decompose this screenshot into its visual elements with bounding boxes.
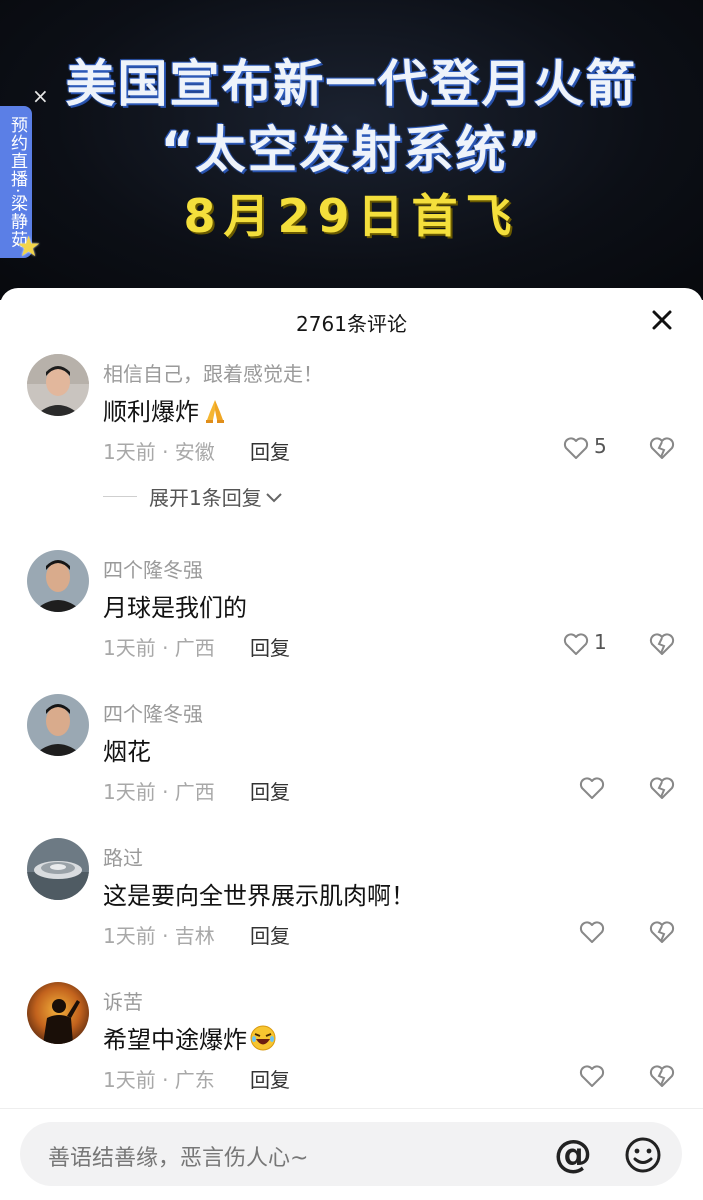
comment-time-location: 1天前 · 安徽 (103, 440, 215, 464)
avatar[interactable] (27, 354, 89, 416)
comment-username[interactable]: 四个隆冬强 (103, 698, 203, 727)
heart-icon (563, 437, 589, 459)
avatar[interactable] (27, 982, 89, 1044)
comment-username[interactable]: 诉苦 (103, 986, 143, 1015)
expand-replies-button[interactable]: 展开1条回复 (103, 482, 343, 512)
comment-username[interactable]: 路过 (103, 842, 143, 871)
video-headline-line1: 美国宣布新一代登月火箭 (65, 55, 638, 113)
comment-text-wrapper: 希望中途爆炸 (103, 1020, 277, 1055)
chevron-down-icon (266, 493, 282, 503)
comment-time-location: 1天前 · 广东 (103, 1068, 215, 1092)
video-preview[interactable]: 美国宣布新一代登月火箭 “太空发射系统” 8月29日首飞 × 预约直播·梁静茹 … (0, 0, 703, 300)
comment-text: 这是要向全世界展示肌肉啊！ (103, 882, 415, 910)
reply-button[interactable]: 回复 (250, 1064, 290, 1093)
broken-heart-icon[interactable] (648, 630, 676, 658)
comment-username[interactable]: 相信自己，跟着感觉走！ (103, 358, 323, 387)
input-divider (0, 1108, 703, 1109)
like-button[interactable] (578, 918, 638, 948)
comment-input[interactable]: 善语结善缘，恶言伤人心~ @ (20, 1122, 682, 1186)
comment-text-wrapper: 顺利爆炸 (103, 392, 229, 427)
like-button[interactable]: 1 (562, 630, 622, 660)
like-button[interactable] (578, 774, 638, 804)
live-tag-label: 预约直播·梁静茹 (7, 116, 27, 249)
avatar[interactable] (27, 838, 89, 900)
reply-button[interactable]: 回复 (250, 436, 290, 465)
broken-heart-icon[interactable] (648, 434, 676, 462)
star-icon: ★ (16, 230, 42, 263)
laughing-face-emoji-icon (249, 1024, 277, 1052)
live-tag-close-icon[interactable]: × (32, 84, 49, 108)
comment-time-location: 1天前 · 广西 (103, 780, 215, 804)
expand-divider (103, 496, 137, 497)
reply-button[interactable]: 回复 (250, 776, 290, 805)
heart-icon (563, 633, 589, 655)
comment-time-location: 1天前 · 吉林 (103, 924, 215, 948)
smiley-icon[interactable] (624, 1136, 662, 1174)
comment-text: 顺利爆炸 (103, 398, 199, 426)
heart-icon (579, 921, 605, 943)
broken-heart-icon[interactable] (648, 1062, 676, 1090)
avatar[interactable] (27, 694, 89, 756)
like-count: 1 (594, 630, 607, 654)
reply-button[interactable]: 回复 (250, 632, 290, 661)
close-icon[interactable] (648, 306, 676, 334)
comment-text: 希望中途爆炸 (103, 1026, 247, 1054)
like-count: 5 (594, 434, 607, 458)
broken-heart-icon[interactable] (648, 774, 676, 802)
video-headline-line2: “太空发射系统” (160, 121, 543, 179)
video-headline-line3: 8月29日首飞 (183, 189, 520, 243)
comments-count-title: 2761条评论 (296, 312, 407, 336)
like-button[interactable] (578, 1062, 638, 1092)
at-mention-icon[interactable]: @ (554, 1132, 592, 1176)
comment-input-placeholder: 善语结善缘，恶言伤人心~ (48, 1146, 309, 1171)
expand-replies-label: 展开1条回复 (149, 482, 284, 511)
comment-username[interactable]: 四个隆冬强 (103, 554, 203, 583)
comments-sheet: 2761条评论 相信自己，跟着感觉走！ 顺利爆炸 1天前 · 安徽 回复 5 展… (0, 288, 703, 1200)
broken-heart-icon[interactable] (648, 918, 676, 946)
avatar[interactable] (27, 550, 89, 612)
comment-text: 烟花 (103, 738, 151, 766)
heart-icon (579, 1065, 605, 1087)
comment-text: 月球是我们的 (103, 594, 247, 622)
heart-icon (579, 777, 605, 799)
praying-hands-emoji-icon (201, 396, 229, 424)
reply-button[interactable]: 回复 (250, 920, 290, 949)
like-button[interactable]: 5 (562, 434, 622, 464)
comment-time-location: 1天前 · 广西 (103, 636, 215, 660)
